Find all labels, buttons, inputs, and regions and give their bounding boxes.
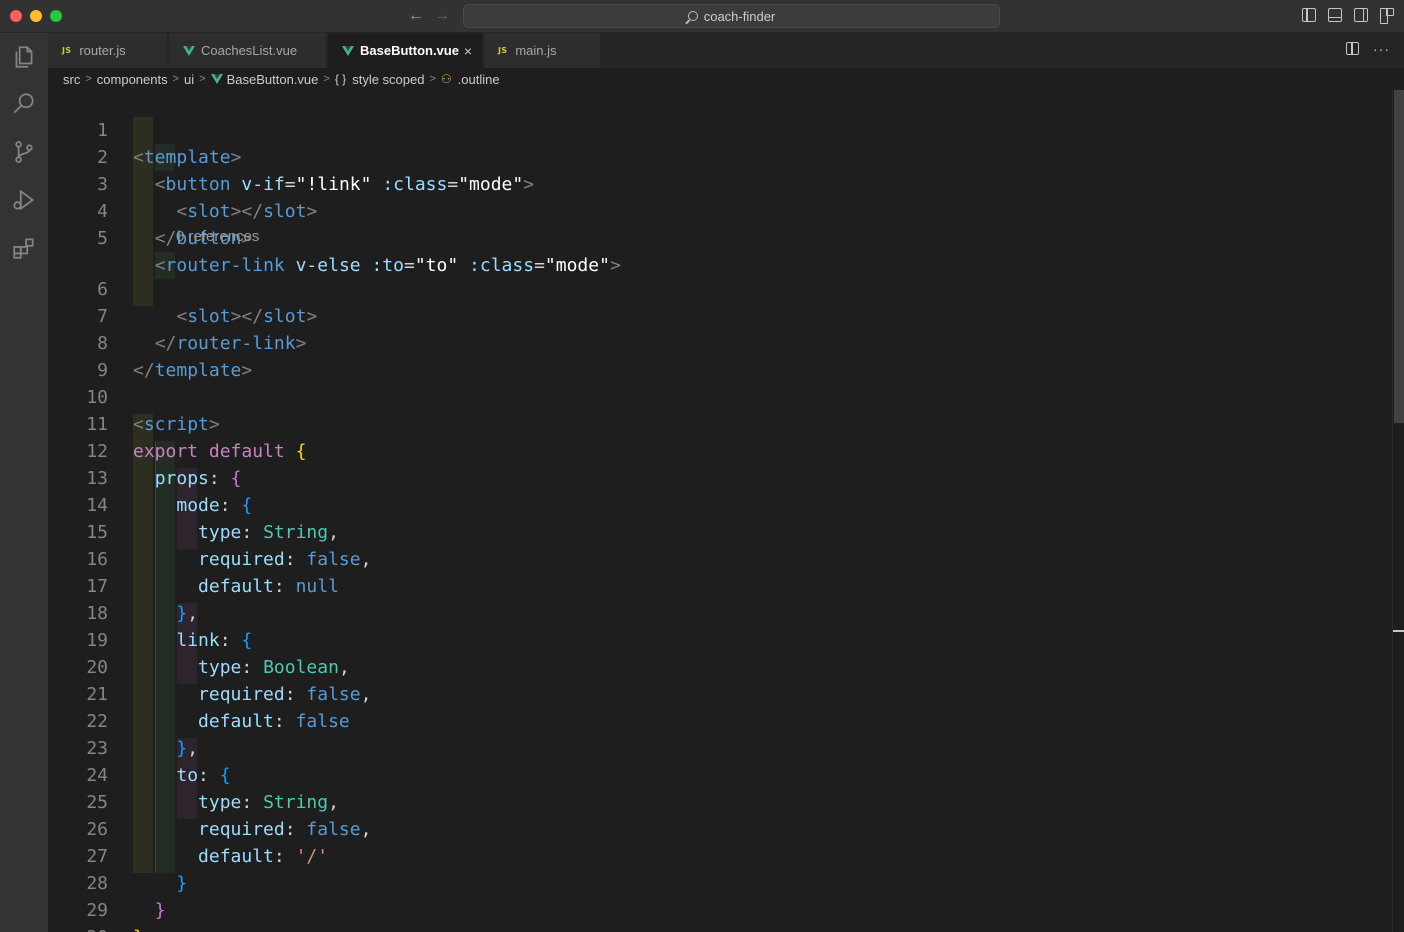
toggle-primary-sidebar-icon[interactable] xyxy=(1302,8,1316,22)
tab-router-js[interactable]: JS router.js xyxy=(48,33,168,68)
code-line: 14 type: String, xyxy=(86,495,339,543)
code-line: 17 }, xyxy=(86,576,199,624)
code-line: 25 required: false, xyxy=(86,792,372,840)
run-debug-icon[interactable] xyxy=(10,186,38,214)
braces-icon: { } xyxy=(334,72,347,86)
breadcrumb: src > components > ui > BaseButton.vue >… xyxy=(48,68,1404,90)
chevron-right-icon: > xyxy=(323,73,330,85)
close-window-button[interactable] xyxy=(10,10,22,22)
breadcrumb-item[interactable]: components xyxy=(97,72,168,87)
code-editor[interactable]: 1 <template> 2 <button v-if="!link" :cla… xyxy=(48,90,1392,932)
code-line: 15 required: false, xyxy=(86,522,372,570)
maximize-window-button[interactable] xyxy=(50,10,62,22)
tab-label: main.js xyxy=(515,43,557,58)
code-line: 13 mode: { xyxy=(86,468,253,516)
breadcrumb-item[interactable]: style scoped xyxy=(352,72,424,87)
scrollbar-thumb[interactable] xyxy=(1394,90,1404,423)
command-center-label: coach-finder xyxy=(703,8,776,24)
tab-label: CoachesList.vue xyxy=(201,43,298,58)
code-line: 3 <slot></slot> xyxy=(97,174,318,222)
chevron-right-icon: > xyxy=(85,73,92,85)
close-tab-icon[interactable]: × xyxy=(464,43,472,59)
code-line: 30 </script> xyxy=(48,897,1392,932)
go-forward-icon[interactable]: → xyxy=(432,6,452,26)
activity-bar xyxy=(0,33,48,932)
code-line: 27 } xyxy=(86,846,188,894)
search-icon[interactable] xyxy=(10,90,38,118)
vue-file-icon xyxy=(210,74,223,84)
code-line: 23 to: { xyxy=(86,738,231,786)
code-line: 21 default: false xyxy=(86,684,350,732)
code-line: 9 xyxy=(97,360,108,381)
code-line: 2 <button v-if="!link" :class="mode"> xyxy=(97,147,535,195)
chevron-right-icon: > xyxy=(172,73,180,85)
more-actions-icon[interactable]: ··· xyxy=(1373,42,1390,56)
code-line: 22 }, xyxy=(86,711,199,759)
code-line: 29 } xyxy=(86,900,144,932)
code-line: 5 <router-link v-else :to="to" :class="m… xyxy=(97,228,621,276)
chevron-right-icon: > xyxy=(199,73,206,85)
tab-label: router.js xyxy=(79,43,126,58)
title-bar: ← → coach-finder xyxy=(0,0,1404,33)
code-line: 1 <template> xyxy=(97,120,242,168)
minimize-window-button[interactable] xyxy=(30,10,42,22)
vue-file-icon xyxy=(342,45,354,56)
tab-basebutton-vue[interactable]: BaseButton.vue × xyxy=(328,33,483,68)
search-icon xyxy=(687,11,698,21)
editor-actions: ··· xyxy=(1346,42,1390,56)
vue-file-icon xyxy=(183,45,195,56)
code-line: 7 </router-link> xyxy=(97,306,307,354)
command-center-search[interactable]: coach-finder xyxy=(463,4,1000,28)
code-line: 16 default: null xyxy=(86,549,339,597)
cursor-position-marker xyxy=(1393,630,1404,632)
source-control-icon[interactable] xyxy=(10,138,38,166)
breadcrumb-item[interactable]: ui xyxy=(184,72,194,87)
code-line: 8 </template> xyxy=(97,333,253,381)
code-line: 18 link: { xyxy=(86,603,253,651)
code-line: 11 export default { xyxy=(86,414,307,462)
extensions-icon[interactable] xyxy=(10,234,38,262)
breadcrumb-item[interactable]: BaseButton.vue xyxy=(227,72,319,87)
code-line: 12 props: { xyxy=(86,441,242,489)
explorer-icon[interactable] xyxy=(10,43,38,71)
code-line: 20 required: false, xyxy=(86,657,372,705)
toggle-secondary-sidebar-icon[interactable] xyxy=(1354,8,1368,22)
symbol-class-icon: ⚇ xyxy=(440,72,452,86)
code-lens-references[interactable]: 0 references xyxy=(176,225,259,249)
breadcrumb-item[interactable]: .outline xyxy=(458,72,500,87)
code-line: 4 </button> xyxy=(97,201,253,249)
editor-tab-bar: JS router.js CoachesList.vue BaseButton.… xyxy=(48,33,1404,68)
tab-coacheslist-vue[interactable]: CoachesList.vue xyxy=(169,33,327,68)
code-line: 24 type: String, xyxy=(86,765,339,813)
js-file-icon: JS xyxy=(498,46,508,55)
code-line: 28 } xyxy=(86,873,166,921)
tab-label: BaseButton.vue xyxy=(360,43,459,58)
tab-main-js[interactable]: JS main.js xyxy=(484,33,601,68)
go-back-icon[interactable]: ← xyxy=(406,6,426,26)
editor-scrollbar[interactable] xyxy=(1392,90,1404,932)
chevron-right-icon: > xyxy=(429,73,436,85)
code-line: 26 default: '/' xyxy=(86,819,329,867)
layout-controls xyxy=(1302,8,1394,24)
split-editor-icon[interactable] xyxy=(1346,42,1359,55)
toggle-panel-icon[interactable] xyxy=(1328,8,1342,22)
code-line: 6 <slot></slot> xyxy=(97,279,318,327)
code-line: 10 <script> xyxy=(86,387,220,435)
js-file-icon: JS xyxy=(62,46,72,55)
breadcrumb-item[interactable]: src xyxy=(63,72,80,87)
code-line: 19 type: Boolean, xyxy=(86,630,350,678)
customize-layout-icon[interactable] xyxy=(1380,8,1394,24)
